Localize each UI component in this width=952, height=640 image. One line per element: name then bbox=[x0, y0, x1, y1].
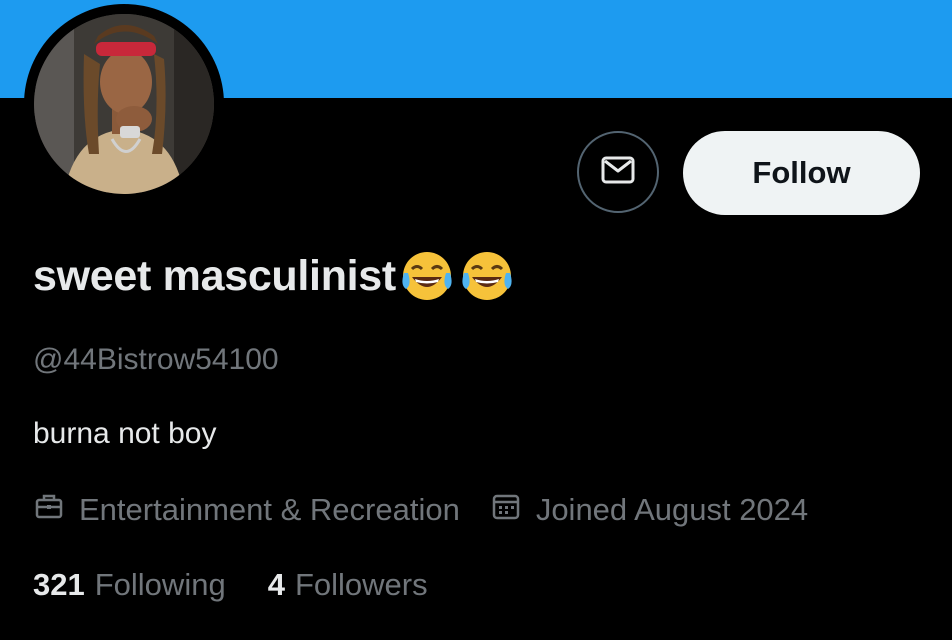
bio-text: burna not boy bbox=[33, 417, 217, 450]
display-name: sweet masculinist bbox=[33, 251, 396, 300]
avatar[interactable] bbox=[24, 4, 224, 204]
envelope-icon bbox=[598, 150, 638, 195]
tears-of-joy-emoji-icon bbox=[398, 247, 456, 305]
user-handle: @44Bistrow54100 bbox=[33, 343, 279, 376]
category-label: Entertainment & Recreation bbox=[79, 492, 460, 527]
message-button[interactable] bbox=[577, 131, 659, 213]
joined-label: Joined August 2024 bbox=[535, 492, 809, 527]
follow-button[interactable]: Follow bbox=[683, 131, 920, 215]
follow-stats: 321 Following 4 Followers bbox=[33, 563, 428, 607]
category-item: Entertainment & Recreation bbox=[33, 490, 460, 530]
avatar-image bbox=[34, 14, 214, 194]
following-count: 321 bbox=[33, 567, 85, 602]
followers-label: Followers bbox=[294, 567, 428, 602]
tears-of-joy-emoji-icon bbox=[458, 247, 516, 305]
display-name-row: sweet masculinist bbox=[33, 246, 516, 306]
following-label: Following bbox=[94, 567, 226, 602]
followers-link[interactable]: 4 Followers bbox=[268, 567, 428, 603]
briefcase-icon bbox=[33, 490, 79, 530]
followers-count: 4 bbox=[267, 567, 285, 602]
calendar-icon bbox=[490, 490, 536, 530]
joined-item: Joined August 2024 bbox=[490, 490, 808, 530]
following-link[interactable]: 321 Following bbox=[33, 567, 226, 603]
profile-meta: Entertainment & Recreation Joined August… bbox=[33, 488, 808, 532]
